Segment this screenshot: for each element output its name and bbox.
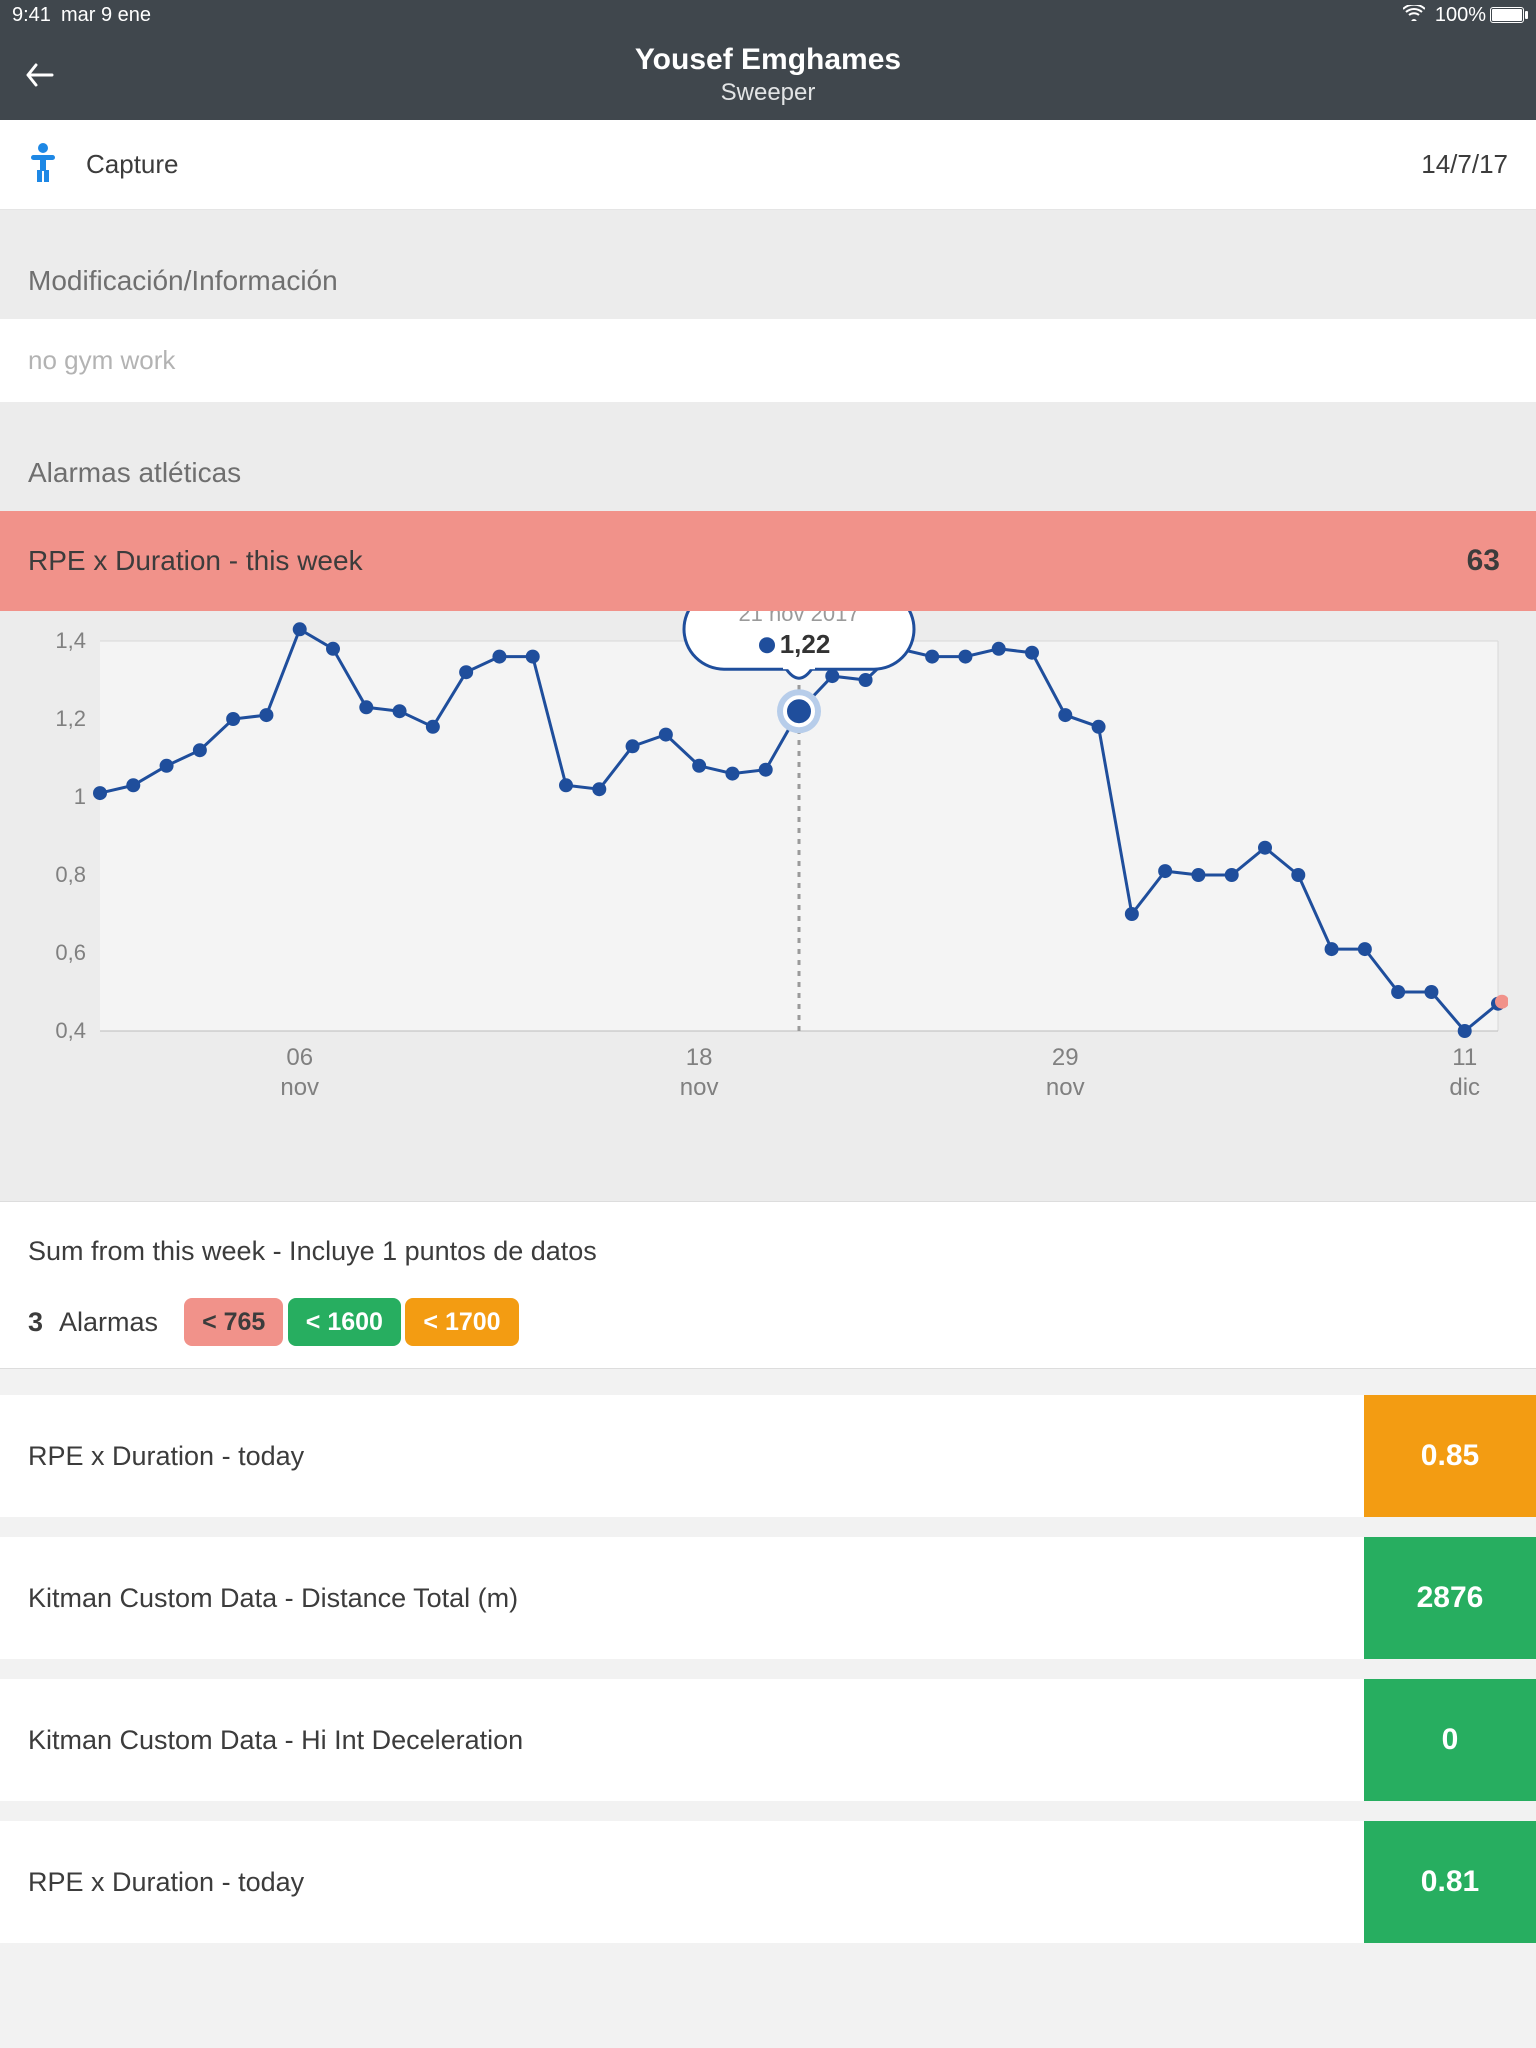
- svg-text:nov: nov: [280, 1074, 319, 1101]
- statusbar-time: 9:41: [12, 4, 51, 27]
- metric-value: 2876: [1364, 1537, 1536, 1659]
- statusbar: 9:41 mar 9 ene 100%: [0, 0, 1536, 30]
- svg-text:1: 1: [74, 784, 86, 809]
- page-subtitle: Sweeper: [635, 79, 901, 107]
- svg-text:1,22: 1,22: [780, 629, 831, 659]
- svg-text:21 nov 2017: 21 nov 2017: [738, 611, 859, 626]
- arrow-left-icon: [22, 57, 58, 93]
- svg-text:0,8: 0,8: [55, 862, 86, 887]
- alarm-header-row[interactable]: RPE x Duration - this week 63: [0, 511, 1536, 611]
- metric-label: Kitman Custom Data - Distance Total (m): [0, 1537, 1364, 1659]
- alarm-count-number: 3: [28, 1307, 43, 1338]
- svg-text:nov: nov: [680, 1074, 719, 1101]
- metric-row[interactable]: Kitman Custom Data - Hi Int Deceleration…: [0, 1679, 1536, 1801]
- section-alarmas-header: Alarmas atléticas: [0, 402, 1536, 511]
- svg-text:dic: dic: [1449, 1074, 1480, 1101]
- alarm-threshold-pill[interactable]: < 765: [184, 1298, 283, 1346]
- metric-label: RPE x Duration - today: [0, 1395, 1364, 1517]
- metric-row[interactable]: RPE x Duration - today0.81: [0, 1821, 1536, 1943]
- header: Yousef Emghames Sweeper: [0, 30, 1536, 120]
- alarm-header-value: 63: [1467, 544, 1500, 578]
- metric-label: Kitman Custom Data - Hi Int Deceleration: [0, 1679, 1364, 1801]
- battery-indicator: 100%: [1435, 4, 1524, 27]
- svg-text:0,6: 0,6: [55, 940, 86, 965]
- note-text: no gym work: [0, 319, 1536, 402]
- svg-text:18: 18: [686, 1044, 713, 1071]
- wifi-icon: [1403, 4, 1425, 27]
- capture-date: 14/7/17: [1421, 149, 1508, 180]
- capture-row[interactable]: Capture 14/7/17: [0, 120, 1536, 210]
- metric-value: 0.85: [1364, 1395, 1536, 1517]
- svg-text:29: 29: [1052, 1044, 1079, 1071]
- page-title: Yousef Emghames: [635, 43, 901, 77]
- alarm-threshold-pill[interactable]: < 1600: [288, 1298, 401, 1346]
- chart-container: 0,4 0,6 0,8 1 1,2 1,4 06 nov 18 nov 29 nov 11 dic 21 n…: [0, 611, 1536, 1201]
- svg-text:1,4: 1,4: [55, 628, 86, 653]
- person-icon: [28, 142, 58, 187]
- alarm-threshold-pill[interactable]: < 1700: [405, 1298, 518, 1346]
- metric-row[interactable]: Kitman Custom Data - Distance Total (m)2…: [0, 1537, 1536, 1659]
- chart[interactable]: 0,4 0,6 0,8 1 1,2 1,4 06 nov 18 nov 29 nov 11 dic 21 n…: [28, 611, 1508, 1141]
- summary-text: Sum from this week - Incluye 1 puntos de…: [28, 1236, 1508, 1267]
- alarm-header-label: RPE x Duration - this week: [28, 545, 363, 577]
- metric-value: 0.81: [1364, 1821, 1536, 1943]
- svg-text:11: 11: [1452, 1044, 1477, 1071]
- svg-text:06: 06: [286, 1044, 313, 1071]
- battery-pct: 100%: [1435, 4, 1486, 27]
- svg-text:nov: nov: [1046, 1074, 1085, 1101]
- svg-text:1,2: 1,2: [55, 706, 86, 731]
- metric-label: RPE x Duration - today: [0, 1821, 1364, 1943]
- statusbar-date: mar 9 ene: [61, 4, 151, 27]
- metric-row[interactable]: RPE x Duration - today0.85: [0, 1395, 1536, 1517]
- gap: [0, 1369, 1536, 1395]
- metric-value: 0: [1364, 1679, 1536, 1801]
- battery-icon: [1490, 7, 1524, 23]
- summary-block: Sum from this week - Incluye 1 puntos de…: [0, 1201, 1536, 1369]
- capture-label: Capture: [86, 149, 179, 180]
- svg-text:0,4: 0,4: [55, 1018, 86, 1043]
- back-button[interactable]: [18, 53, 62, 97]
- alarm-count-label: Alarmas: [59, 1307, 158, 1338]
- section-modification-header: Modificación/Información: [0, 210, 1536, 319]
- alarm-pills-row: 3 Alarmas < 765 < 1600 < 1700: [28, 1307, 1508, 1338]
